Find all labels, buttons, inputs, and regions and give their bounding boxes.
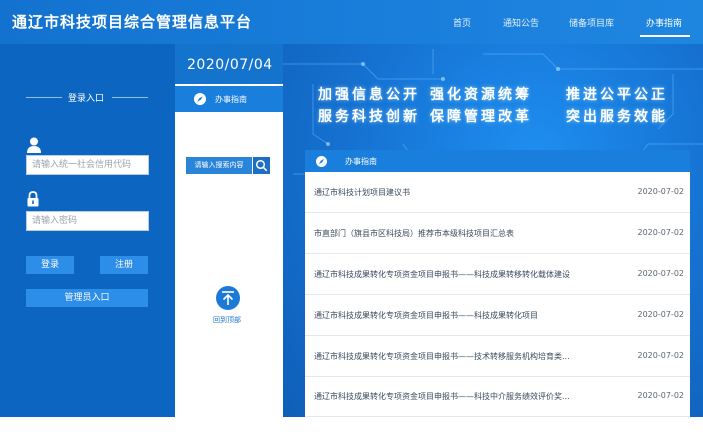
guide-row-title[interactable]: 通辽市科技成果转化专项资金项目申报书——科技中介服务绩效评价奖... (314, 391, 614, 402)
guide-row[interactable]: 通辽市科技成果转化专项资金项目申报书——科技成果转化项目 2020-07-02 (305, 295, 690, 336)
login-heading-divider-right (112, 97, 148, 98)
slogan-1: 加强信息公开 (318, 87, 420, 103)
nav-active-indicator (640, 35, 690, 37)
guide-row[interactable]: 通辽市科技成果转化专项资金项目申报书——科技中介服务绩效评价奖... 2020-… (305, 376, 690, 417)
search-icon (255, 159, 268, 172)
guide-tab-label[interactable]: 办事指南 (215, 94, 247, 105)
current-date: 2020/07/04 (187, 57, 273, 73)
guide-row[interactable]: 通辽市科技计划项目建议书 2020-07-02 (305, 172, 690, 213)
credit-code-input[interactable] (26, 155, 149, 175)
compass-icon (194, 93, 206, 105)
slogan-6: 突出服务效能 (566, 109, 668, 125)
register-button[interactable]: 注册 (100, 256, 148, 274)
nav-home[interactable]: 首页 (453, 16, 471, 29)
guide-row[interactable]: 通辽市科技成果转化专项资金项目申报书——技术转移服务机构培育类... 2020-… (305, 336, 690, 377)
guide-row-date: 2020-07-02 (637, 310, 685, 319)
guide-row-title[interactable]: 通辽市科技成果转化专项资金项目申报书——科技成果转移转化载体建设 (314, 269, 614, 280)
page-root: 通辽市科技项目综合管理信息平台 首页 通知公告 储备项目库 办事指南 登录入口 … (0, 0, 703, 437)
search-button[interactable] (253, 157, 270, 174)
guide-list-title: 办事指南 (345, 157, 377, 166)
guide-row-date: 2020-07-02 (637, 228, 685, 237)
nav-notices[interactable]: 通知公告 (503, 16, 539, 29)
lock-icon (27, 191, 39, 207)
password-input[interactable] (26, 211, 149, 231)
slogan-5: 保障管理改革 (430, 109, 532, 125)
slogan-3: 推进公平公正 (566, 87, 668, 103)
guide-row-date: 2020-07-02 (637, 187, 685, 196)
login-heading-divider-left (26, 97, 62, 98)
nav-project-reserve[interactable]: 储备项目库 (569, 16, 614, 29)
user-icon (27, 137, 41, 153)
guide-row-title[interactable]: 通辽市科技计划项目建议书 (314, 187, 614, 198)
guide-row-title[interactable]: 通辽市科技成果转化专项资金项目申报书——技术转移服务机构培育类... (314, 351, 614, 362)
nav-guide[interactable]: 办事指南 (646, 16, 682, 29)
top-header: 通辽市科技项目综合管理信息平台 首页 通知公告 储备项目库 办事指南 (0, 0, 703, 44)
back-to-top-label[interactable]: 回到顶部 (213, 315, 241, 325)
guide-row[interactable]: 市直部门（旗县市区科技局）推荐市本级科技项目汇总表 2020-07-02 (305, 213, 690, 254)
guide-row[interactable]: 通辽市科技成果转化专项资金项目申报书——科技成果转移转化载体建设 2020-07… (305, 254, 690, 295)
search-input[interactable]: 请输入搜索内容 (186, 157, 252, 174)
guide-row-date: 2020-07-02 (637, 351, 685, 360)
slogan-4: 服务科技创新 (318, 109, 420, 125)
back-to-top-button[interactable] (216, 286, 240, 310)
compass-icon (316, 156, 327, 167)
login-heading: 登录入口 (68, 94, 105, 104)
guide-row-title[interactable]: 通辽市科技成果转化专项资金项目申报书——科技成果转化项目 (314, 310, 614, 321)
guide-row-date: 2020-07-02 (637, 269, 685, 278)
guide-row-date: 2020-07-02 (637, 391, 685, 400)
slogan-2: 强化资源统筹 (430, 87, 532, 103)
login-button[interactable]: 登录 (26, 256, 74, 274)
site-title: 通辽市科技项目综合管理信息平台 (12, 13, 253, 31)
arrow-up-icon (222, 291, 234, 305)
admin-entry-button[interactable]: 管理员入口 (26, 289, 148, 307)
guide-row-title[interactable]: 市直部门（旗县市区科技局）推荐市本级科技项目汇总表 (314, 228, 614, 239)
